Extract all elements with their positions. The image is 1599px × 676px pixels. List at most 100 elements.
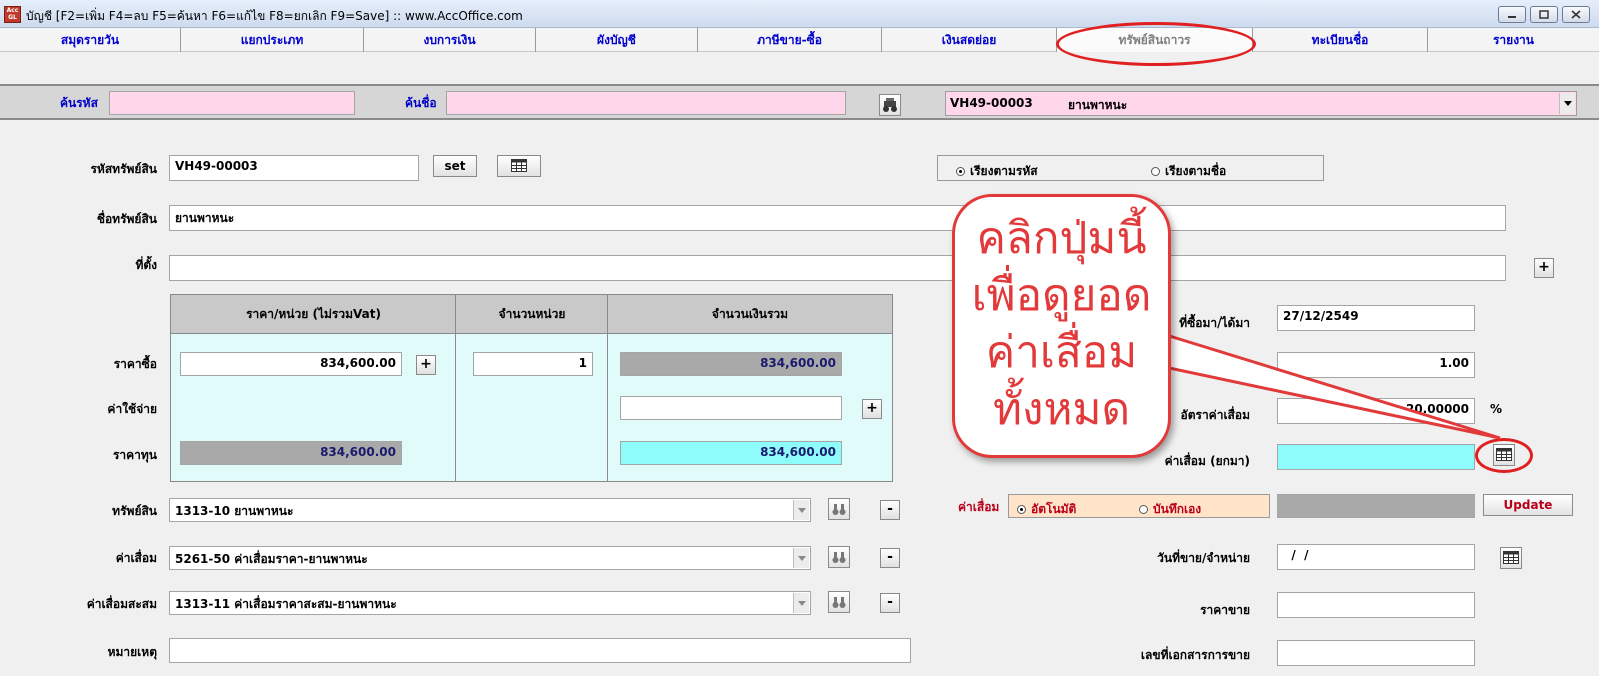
sale-price-input[interactable] [1277, 592, 1475, 618]
accumulated-depreciation-dropdown[interactable] [793, 593, 809, 613]
restore-icon [1539, 10, 1549, 19]
asset-account-label: ทรัพย์สิน [112, 504, 157, 518]
asset-code-input[interactable]: VH49-00003 [169, 155, 419, 181]
callout-line-3: ค่าเสื่อม [985, 327, 1138, 378]
close-button[interactable] [1562, 6, 1590, 23]
depreciation-account-dropdown[interactable] [793, 548, 809, 568]
add-location-button[interactable]: + [1534, 258, 1554, 278]
asset-selector-combo[interactable]: VH49-00003 ยานพาหนะ [945, 91, 1577, 116]
chevron-down-icon [797, 556, 806, 561]
carried-depreciation-input[interactable] [1277, 444, 1475, 470]
title-bar: Acc GL บัญชี [F2=เพิ่ม F4=ลบ F5=ค้นหา F6… [0, 0, 1599, 28]
set-button[interactable]: set [433, 155, 477, 177]
column-divider [455, 295, 456, 481]
tab-journal[interactable]: สมุดรายวัน [0, 28, 181, 52]
chevron-down-icon [797, 508, 806, 513]
tab-sales-purchase-tax[interactable]: ภาษีขาย-ซื้อ [698, 28, 882, 52]
asset-name-input[interactable]: ยานพาหนะ [169, 205, 1506, 231]
close-icon [1571, 10, 1581, 19]
tab-financial-statements[interactable]: งบการเงิน [364, 28, 536, 52]
clear-depreciation-account-button[interactable]: - [880, 548, 900, 568]
add-unit-price-button[interactable]: + [416, 355, 436, 375]
callout-text: คลิกปุ่มนี้ เพื่อดูยอด ค่าเสื่อม ทั้งหมด [952, 210, 1171, 438]
cost-price-label: ราคาทุน [112, 448, 157, 462]
depreciation-account-combo[interactable]: 5261-50 ค่าเสื่อมราคา-ยานพาหนะ [169, 546, 811, 570]
radio-selected-icon [956, 167, 965, 176]
minimize-icon [1508, 16, 1516, 18]
sort-options: เรียงตามรหัส เรียงตามชื่อ [937, 155, 1324, 181]
purchase-price-label: ราคาซื้อ [113, 357, 157, 371]
cost-total-field: 834,600.00 [620, 441, 842, 465]
clear-asset-account-button[interactable]: - [880, 500, 900, 520]
binoculars-icon [883, 98, 897, 112]
expense-total-input[interactable] [620, 396, 842, 420]
sale-document-label: เลขที่เอกสารการขาย [1140, 648, 1250, 662]
search-bar: ค้นรหัส ค้นชื่อ VH49-00003 ยานพาหนะ [0, 84, 1599, 120]
search-code-label: ค้นรหัส [60, 96, 98, 110]
search-name-input[interactable] [446, 91, 846, 115]
radio-selected-icon [1017, 505, 1026, 514]
tab-highlight-circle [1056, 22, 1256, 66]
units-input[interactable]: 1 [473, 352, 593, 376]
depreciation-method-options: อัตโนมัติ บันทึกเอง [1008, 494, 1270, 518]
sale-document-input[interactable] [1277, 640, 1475, 666]
sort-by-name-option[interactable]: เรียงตามชื่อ [1151, 162, 1226, 181]
asset-account-search-button[interactable] [828, 498, 850, 520]
accumulated-depreciation-value: 1313-11 ค่าเสื่อมราคาสะสม-ยานพาหนะ [175, 597, 397, 611]
callout-line-1: คลิกปุ่มนี้ [976, 213, 1147, 264]
useful-life-input[interactable]: 1.00 [1277, 352, 1475, 378]
binoculars-icon [832, 552, 846, 563]
total-amount-header: จำนวนเงินรวม [608, 295, 892, 334]
minimize-button[interactable] [1498, 6, 1526, 23]
search-code-input[interactable] [109, 91, 355, 115]
note-input[interactable] [169, 638, 911, 663]
sale-price-label: ราคาขาย [1200, 603, 1250, 617]
radio-unselected-icon [1139, 505, 1148, 514]
sort-by-code-label: เรียงตามรหัส [970, 164, 1038, 178]
search-go-button[interactable] [879, 94, 901, 116]
method-manual-option[interactable]: บันทึกเอง [1139, 500, 1201, 519]
restore-button[interactable] [1530, 6, 1558, 23]
app-icon: Acc GL [4, 6, 21, 23]
tab-ledger[interactable]: แยกประเภท [181, 28, 364, 52]
asset-selector-dropdown[interactable] [1559, 93, 1575, 114]
depreciation-amount-field [1277, 494, 1475, 518]
module-tabs: สมุดรายวัน แยกประเภท งบการเงิน ผังบัญชี … [0, 28, 1599, 52]
tab-reports[interactable]: รายงาน [1428, 28, 1599, 52]
asset-name-label: ชื่อทรัพย์สิน [96, 212, 157, 226]
asset-account-combo[interactable]: 1313-10 ยานพาหนะ [169, 498, 811, 522]
depreciation-account-value: 5261-50 ค่าเสื่อมราคา-ยานพาหนะ [175, 552, 368, 566]
depreciation-rate-input[interactable]: 20.00000 [1277, 398, 1475, 424]
sale-date-input[interactable]: / / [1277, 544, 1475, 570]
location-input[interactable] [169, 255, 1506, 281]
acquired-date-input[interactable]: 27/12/2549 [1277, 305, 1475, 331]
asset-account-dropdown[interactable] [793, 500, 809, 520]
sort-by-code-option[interactable]: เรียงตามรหัส [956, 162, 1038, 181]
clear-accumulated-depreciation-button[interactable]: - [880, 593, 900, 613]
sale-calendar-button[interactable] [1500, 547, 1522, 569]
sale-date-label: วันที่ขาย/จำหน่าย [1157, 551, 1250, 565]
asset-code-label: รหัสทรัพย์สิน [90, 162, 157, 176]
location-label: ที่ตั้ง [135, 258, 157, 272]
accumulated-depreciation-search-button[interactable] [828, 591, 850, 613]
search-name-label: ค้นชื่อ [405, 96, 437, 110]
add-expense-button[interactable]: + [862, 399, 882, 419]
method-auto-option[interactable]: อัตโนมัติ [1017, 500, 1076, 519]
column-divider [607, 295, 608, 481]
method-manual-label: บันทึกเอง [1153, 502, 1202, 516]
asset-list-button[interactable] [497, 155, 541, 177]
note-label: หมายเหตุ [107, 645, 157, 659]
accumulated-depreciation-combo[interactable]: 1313-11 ค่าเสื่อมราคาสะสม-ยานพาหนะ [169, 591, 811, 615]
depreciation-account-search-button[interactable] [828, 546, 850, 568]
cost-unit-field: 834,600.00 [180, 441, 402, 465]
update-button[interactable]: Update [1483, 494, 1573, 516]
asset-selector-code: VH49-00003 [950, 96, 1033, 110]
unit-price-input[interactable]: 834,600.00 [180, 352, 402, 376]
expense-label: ค่าใช้จ่าย [107, 402, 157, 416]
callout-line-4: ทั้งหมด [992, 384, 1131, 435]
tab-chart-of-accounts[interactable]: ผังบัญชี [536, 28, 698, 52]
schedule-button-highlight-circle [1475, 438, 1533, 473]
tab-petty-cash[interactable]: เงินสดย่อย [882, 28, 1057, 52]
purchase-total-field: 834,600.00 [620, 352, 842, 376]
tab-name-registry[interactable]: ทะเบียนชื่อ [1253, 28, 1428, 52]
